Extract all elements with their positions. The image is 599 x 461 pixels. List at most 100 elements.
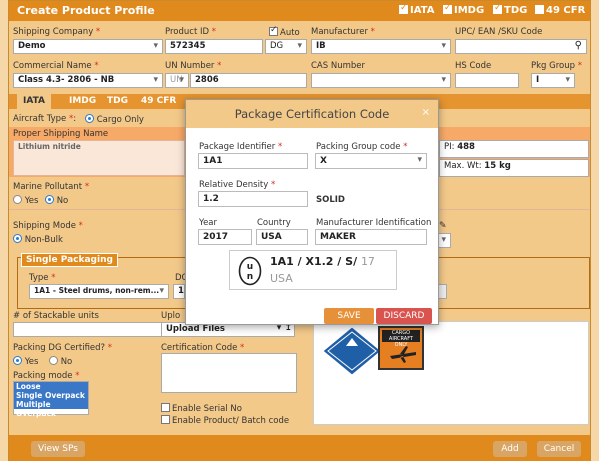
relative-density-input[interactable]: 1.2 xyxy=(198,191,308,207)
iata-flag-label: IATA xyxy=(410,5,435,16)
stackable-input[interactable] xyxy=(13,322,163,337)
certification-mark-preview: u n 1A1 / X1.2 / S/ 17 USA xyxy=(229,250,397,290)
tdg-flag-label: TDG xyxy=(504,5,528,16)
packing-group-select[interactable]: X xyxy=(315,153,427,169)
radio-icon xyxy=(13,234,22,243)
checkbox-icon xyxy=(399,3,408,14)
packaging-type-select[interactable]: 1A1 - Steel drums, non-rem... xyxy=(29,284,169,299)
packing-mode-label: Packing mode * xyxy=(13,371,80,381)
marine-yes-radio[interactable]: Yes xyxy=(13,195,38,206)
close-icon[interactable]: × xyxy=(422,107,430,118)
cancel-button[interactable]: Cancel xyxy=(537,441,581,457)
list-item[interactable]: Single Overpack xyxy=(14,391,88,400)
cargo-only-radio[interactable]: Cargo Only xyxy=(85,114,144,125)
partial-input[interactable]: 1 xyxy=(173,284,185,299)
pkg-group-select[interactable]: I xyxy=(531,73,575,88)
non-bulk-radio[interactable]: Non-Bulk xyxy=(13,234,63,245)
save-button[interactable]: SAVE xyxy=(324,308,374,324)
max-wt-box: Max. Wt: 15 kg xyxy=(439,159,589,177)
cfr49-flag-label: 49 CFR xyxy=(546,5,586,16)
certification-code-input[interactable] xyxy=(161,353,297,393)
relative-density-label: Relative Density * xyxy=(199,180,276,190)
list-item[interactable]: Multiple Overpack xyxy=(14,400,88,418)
iata-flag-toggle[interactable]: IATA xyxy=(399,3,435,16)
tab-49cfr[interactable]: 49 CFR xyxy=(141,96,176,106)
dg-select[interactable]: DG xyxy=(265,39,307,54)
commercial-name-label: Commercial Name * xyxy=(13,61,99,71)
hs-code-input[interactable] xyxy=(455,73,519,88)
manufacturer-label: Manufacturer * xyxy=(311,27,375,37)
cfr49-flag-toggle[interactable]: 49 CFR xyxy=(535,5,585,16)
certification-code-label: Certification Code * xyxy=(161,343,245,353)
hs-code-label: HS Code xyxy=(455,61,492,71)
marine-pollutant-label: Marine Pollutant * xyxy=(13,182,90,192)
checkbox-icon xyxy=(161,403,170,412)
radio-icon xyxy=(49,356,58,365)
enable-serial-checkbox[interactable]: Enable Serial No xyxy=(161,403,242,414)
solid-label: SOLID xyxy=(316,195,345,205)
proper-shipping-name-input[interactable]: Lithium nitride xyxy=(13,140,185,176)
imdg-flag-label: IMDG xyxy=(454,5,485,16)
tab-imdg[interactable]: IMDG xyxy=(69,96,96,106)
checkbox-icon xyxy=(443,3,452,14)
product-id-input[interactable]: 572345 xyxy=(165,39,263,54)
mark-code-text: 1A1 / X1.2 / S/ 17 xyxy=(270,255,375,268)
auto-checkbox[interactable]: Auto xyxy=(269,25,300,38)
shipping-company-label: Shipping Company * xyxy=(13,27,101,37)
year-input[interactable]: 2017 xyxy=(198,229,252,245)
packing-group-label: Packing Group code * xyxy=(316,142,408,152)
marine-no-radio[interactable]: No xyxy=(45,195,68,206)
page-title: Create Product Profile xyxy=(17,4,155,17)
tdg-flag-toggle[interactable]: TDG xyxy=(493,3,528,16)
svg-text:n: n xyxy=(247,272,253,282)
manufacturer-select[interactable]: IB xyxy=(311,39,451,54)
aircraft-type-label: Aircraft Type *: xyxy=(13,114,77,124)
country-input[interactable]: USA xyxy=(256,229,308,245)
tab-iata[interactable]: IATA xyxy=(17,94,52,109)
upc-input[interactable]: ⚲ xyxy=(455,39,587,54)
upload-label: Uplo xyxy=(161,311,181,321)
modal-title: Package Certification Code xyxy=(234,107,390,121)
year-label: Year xyxy=(199,218,217,228)
product-profile-window: Create Product Profile IATA IMDG TDG 49 … xyxy=(8,0,591,461)
un-number-input[interactable]: 2806 xyxy=(190,73,307,88)
certified-yes-radio[interactable]: Yes xyxy=(13,356,38,367)
imdg-flag-toggle[interactable]: IMDG xyxy=(443,3,485,16)
product-id-label: Product ID * xyxy=(165,27,216,37)
cas-select[interactable] xyxy=(311,73,451,88)
pkg-group-label: Pkg Group * xyxy=(531,61,582,71)
checkbox-icon xyxy=(269,25,278,36)
package-certification-modal: Package Certification Code × Package Ide… xyxy=(185,99,439,325)
tab-tdg[interactable]: TDG xyxy=(107,96,128,106)
un-prefix-select[interactable]: UN xyxy=(165,73,189,88)
pi-box: PI: 488 xyxy=(439,140,589,158)
view-sps-button[interactable]: View SPs xyxy=(31,441,85,457)
radio-icon xyxy=(85,114,94,123)
partial-select[interactable] xyxy=(437,233,451,248)
mfr-id-input[interactable]: MAKER xyxy=(315,229,427,245)
proper-shipping-name-label: Proper Shipping Name xyxy=(13,129,109,139)
package-identifier-input[interactable]: 1A1 xyxy=(198,153,308,169)
checkbox-icon xyxy=(493,3,502,14)
radio-icon xyxy=(45,195,54,204)
enable-batch-checkbox[interactable]: Enable Product/ Batch code xyxy=(161,415,289,426)
cargo-aircraft-text: CARGO AIRCRAFT ONLY xyxy=(382,330,420,348)
single-packaging-legend: Single Packaging xyxy=(21,253,118,267)
add-button[interactable]: Add xyxy=(493,441,527,457)
svg-text:u: u xyxy=(247,262,253,272)
search-icon[interactable]: ⚲ xyxy=(575,40,582,51)
upc-label: UPC/ EAN /SKU Code xyxy=(455,27,543,37)
commercial-name-select[interactable]: Class 4.3- 2806 - NB xyxy=(13,73,163,88)
certified-no-radio[interactable]: No xyxy=(49,356,72,367)
packing-mode-listbox[interactable]: Loose Single Overpack Multiple Overpack xyxy=(13,381,89,418)
hazard-labels-panel: CARGO AIRCRAFT ONLY xyxy=(313,321,589,425)
packing-certified-label: Packing DG Certified? * xyxy=(13,343,113,353)
shipping-company-select[interactable]: Demo xyxy=(13,39,163,54)
hazmat-diamond-icon xyxy=(322,326,382,376)
list-item[interactable]: Loose xyxy=(14,382,88,391)
edit-icon[interactable]: ✎ xyxy=(439,221,447,231)
stackable-label: # of Stackable units xyxy=(13,311,99,321)
package-identifier-label: Package Identifier * xyxy=(199,142,283,152)
cargo-aircraft-label-icon: CARGO AIRCRAFT ONLY xyxy=(378,326,424,370)
discard-button[interactable]: DISCARD xyxy=(376,308,432,324)
